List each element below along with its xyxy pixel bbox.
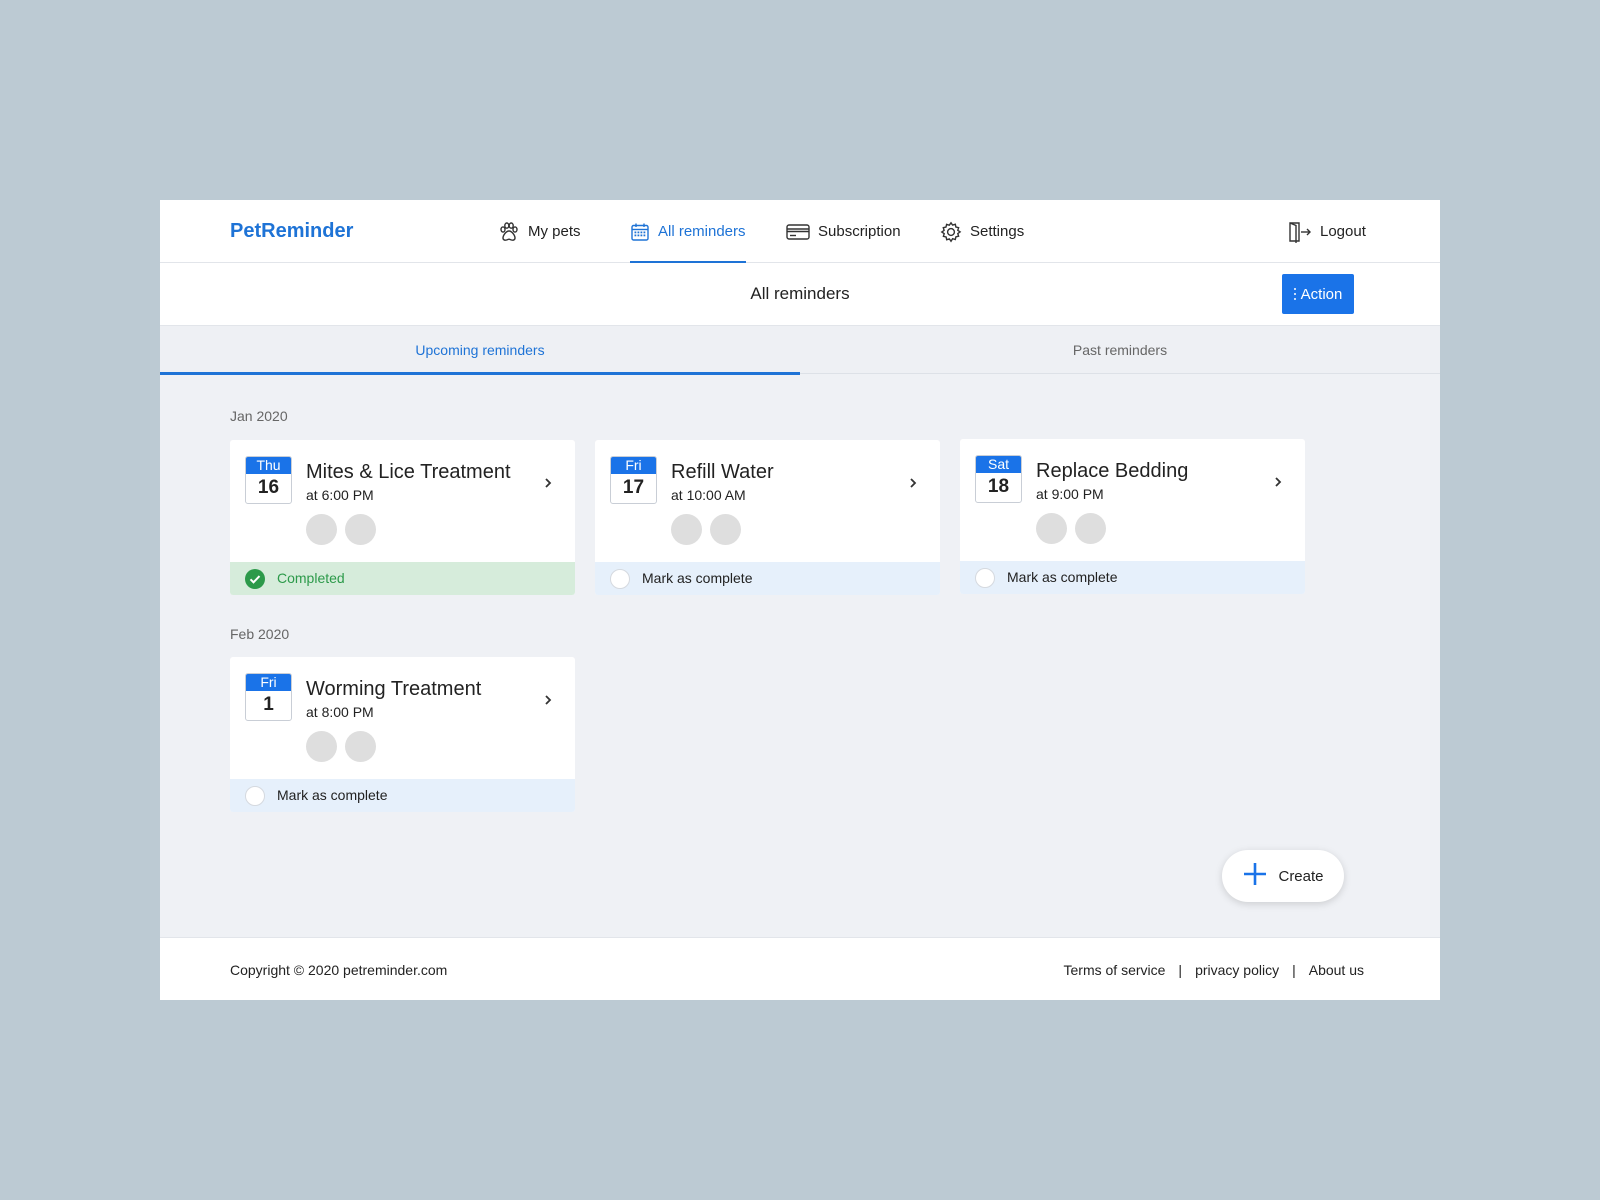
- calendar-date-badge: Sat 18: [975, 455, 1022, 503]
- calendar-weekday: Sat: [976, 456, 1021, 473]
- nav-item-all-reminders[interactable]: All reminders: [630, 200, 746, 264]
- calendar-day-number: 16: [257, 477, 280, 498]
- calendar-date-badge: Fri 1: [245, 673, 292, 721]
- reminder-time: at 6:00 PM: [306, 487, 374, 503]
- pet-avatar[interactable]: [1036, 513, 1067, 544]
- mark-complete-bar[interactable]: Mark as complete: [230, 779, 575, 812]
- calendar-date-badge: Fri 17: [610, 456, 657, 504]
- calendar-icon: [630, 222, 650, 242]
- calendar-day-number: 1: [263, 694, 274, 715]
- calendar-day-number: 17: [622, 477, 645, 498]
- vertical-dots-icon: [1293, 288, 1296, 300]
- credit-card-icon: [786, 223, 810, 241]
- pet-avatars: [306, 514, 376, 545]
- terms-of-service-link[interactable]: Terms of service: [1064, 962, 1166, 978]
- app-window: PetReminder My pets All reminders Subscr…: [160, 200, 1440, 1000]
- logout-door-icon: [1288, 221, 1312, 243]
- plus-icon: [1242, 861, 1268, 891]
- pet-avatars: [306, 731, 376, 762]
- app-logo[interactable]: PetReminder: [230, 220, 353, 243]
- pet-avatar[interactable]: [710, 514, 741, 545]
- chevron-right-icon[interactable]: [1273, 475, 1283, 494]
- pet-avatar[interactable]: [671, 514, 702, 545]
- reminder-card[interactable]: Sat 18 Replace Bedding at 9:00 PM Mark a…: [960, 439, 1305, 594]
- mark-complete-radio[interactable]: [245, 786, 265, 806]
- calendar-day-number: 18: [987, 476, 1010, 497]
- completed-status-bar[interactable]: Completed: [230, 562, 575, 595]
- tab-past-reminders[interactable]: Past reminders: [800, 326, 1440, 374]
- check-circle-icon: [245, 569, 265, 589]
- status-label: Mark as complete: [277, 787, 388, 803]
- reminder-time: at 9:00 PM: [1036, 486, 1104, 502]
- pet-avatar[interactable]: [1075, 513, 1106, 544]
- mark-complete-bar[interactable]: Mark as complete: [595, 562, 940, 595]
- mark-complete-radio[interactable]: [610, 569, 630, 589]
- mark-complete-bar[interactable]: Mark as complete: [960, 561, 1305, 594]
- reminder-card[interactable]: Thu 16 Mites & Lice Treatment at 6:00 PM…: [230, 440, 575, 595]
- status-label: Completed: [277, 570, 345, 586]
- reminder-title: Refill Water: [671, 461, 774, 483]
- paw-icon: [498, 221, 520, 242]
- nav-label-subscription: Subscription: [818, 223, 901, 240]
- page-title: All reminders: [750, 284, 850, 303]
- about-us-link[interactable]: About us: [1309, 962, 1364, 978]
- privacy-policy-link[interactable]: privacy policy: [1195, 962, 1279, 978]
- top-navigation: PetReminder My pets All reminders Subscr…: [160, 200, 1440, 264]
- nav-item-settings[interactable]: Settings: [940, 200, 1024, 263]
- page-header: All reminders Action: [160, 263, 1440, 326]
- nav-item-subscription[interactable]: Subscription: [786, 200, 901, 263]
- pet-avatar[interactable]: [345, 514, 376, 545]
- reminder-time: at 8:00 PM: [306, 704, 374, 720]
- chevron-right-icon[interactable]: [543, 693, 553, 712]
- status-label: Mark as complete: [1007, 569, 1118, 585]
- reminder-title: Worming Treatment: [306, 678, 482, 700]
- nav-item-my-pets[interactable]: My pets: [498, 200, 581, 263]
- create-button-label: Create: [1278, 867, 1324, 885]
- reminder-card[interactable]: Fri 1 Worming Treatment at 8:00 PM Mark …: [230, 657, 575, 812]
- logout-label: Logout: [1320, 223, 1366, 240]
- month-label: Feb 2020: [230, 626, 290, 642]
- month-label: Jan 2020: [230, 408, 288, 424]
- action-button-label: Action: [1300, 285, 1343, 303]
- tab-upcoming-reminders[interactable]: Upcoming reminders: [160, 326, 800, 375]
- gear-icon: [940, 221, 962, 243]
- action-button[interactable]: Action: [1282, 274, 1354, 314]
- pet-avatar[interactable]: [306, 731, 337, 762]
- calendar-weekday: Fri: [246, 674, 291, 691]
- nav-label-my-pets: My pets: [528, 223, 581, 240]
- pet-avatars: [671, 514, 741, 545]
- calendar-weekday: Thu: [246, 457, 291, 474]
- page-footer: Copyright © 2020 petreminder.com Terms o…: [160, 937, 1440, 1000]
- create-button[interactable]: Create: [1222, 850, 1344, 902]
- nav-label-settings: Settings: [970, 223, 1025, 240]
- footer-separator: |: [1178, 962, 1183, 978]
- reminder-title: Replace Bedding: [1036, 460, 1189, 482]
- reminder-title: Mites & Lice Treatment: [306, 461, 511, 483]
- calendar-date-badge: Thu 16: [245, 456, 292, 504]
- chevron-right-icon[interactable]: [543, 476, 553, 495]
- footer-links: Terms of service | privacy policy | Abou…: [1064, 962, 1365, 978]
- pet-avatar[interactable]: [345, 731, 376, 762]
- reminder-time: at 10:00 AM: [671, 487, 746, 503]
- footer-separator: |: [1292, 962, 1296, 978]
- mark-complete-radio[interactable]: [975, 568, 995, 588]
- calendar-weekday: Fri: [611, 457, 656, 474]
- chevron-right-icon[interactable]: [908, 476, 918, 495]
- reminder-card[interactable]: Fri 17 Refill Water at 10:00 AM Mark as …: [595, 440, 940, 595]
- nav-label-all-reminders: All reminders: [658, 223, 746, 240]
- logout-button[interactable]: Logout: [1288, 200, 1366, 263]
- pet-avatars: [1036, 513, 1106, 544]
- reminder-tabs: Upcoming reminders Past reminders: [160, 326, 1440, 375]
- status-label: Mark as complete: [642, 570, 753, 586]
- copyright-text: Copyright © 2020 petreminder.com: [230, 962, 448, 978]
- pet-avatar[interactable]: [306, 514, 337, 545]
